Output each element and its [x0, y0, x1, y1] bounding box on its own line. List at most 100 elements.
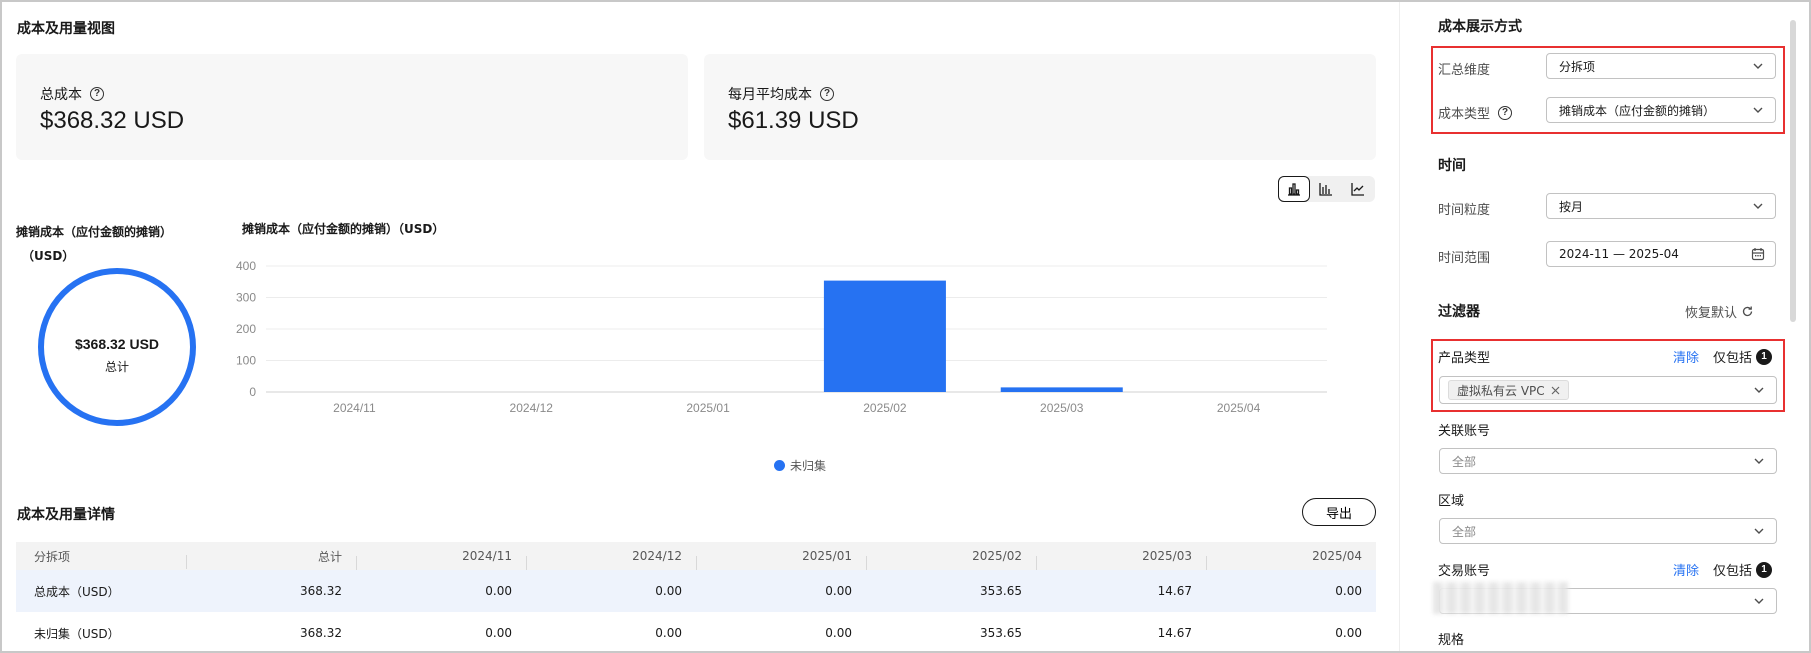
x-tick-label: 2025/03	[1040, 401, 1084, 415]
chevron-down-icon	[1754, 598, 1764, 604]
bar-chart-icon[interactable]	[1278, 176, 1310, 202]
x-tick-label: 2024/11	[333, 401, 376, 415]
time-range-label: 时间范围	[1438, 251, 1491, 266]
chevron-down-icon	[1754, 528, 1764, 534]
table-header-cell: 2025/04	[1206, 549, 1376, 570]
bar-chart: 0 100 200 300 400 2024/11 2024/12 2025/01 2025/0…	[236, 259, 1327, 415]
trade-account-label: 交易账号	[1438, 564, 1491, 579]
region-select[interactable]: 全部	[1439, 518, 1777, 544]
line-chart-icon[interactable]	[1342, 176, 1374, 202]
time-range-value: 2024-11 — 2025-04	[1559, 247, 1679, 261]
chart-type-switch	[1278, 176, 1375, 202]
table-cell: 总成本（USD）	[34, 584, 120, 599]
x-tick-label: 2024/12	[510, 401, 554, 415]
table-cell: 未归集（USD）	[34, 626, 120, 641]
table-cell: 368.32	[300, 584, 342, 598]
details-table: 分拆项 总计 2024/11 2024/12 2025/01 2025/02 2…	[16, 542, 1376, 651]
monthly-avg-label: 每月平均成本	[728, 87, 812, 103]
x-tick-label: 2025/01	[686, 401, 730, 415]
y-tick-label: 200	[236, 322, 256, 336]
help-icon[interactable]: ?	[90, 87, 104, 101]
donut-value: $368.32 USD	[74, 336, 160, 352]
display-mode-title: 成本展示方式	[1438, 19, 1522, 35]
bar	[823, 280, 946, 392]
granularity-label: 时间粒度	[1438, 203, 1491, 218]
main-area: 成本及用量视图 总成本 ? $368.32 USD 每月平均成本 ? $61.3…	[2, 2, 1399, 651]
x-tick-label: 2025/04	[1217, 401, 1261, 415]
donut-sub: 总计	[104, 360, 129, 374]
time-range-picker[interactable]: 2024-11 — 2025-04	[1546, 241, 1776, 267]
include-only-toggle[interactable]: 仅包括 1	[1713, 560, 1773, 579]
chart-legend[interactable]: 未归集	[774, 457, 826, 474]
table-cell: 368.32	[300, 626, 342, 640]
reset-default-label: 恢复默认	[1685, 306, 1738, 321]
y-tick-label: 0	[249, 385, 256, 399]
table-cell: 0.00	[1335, 584, 1362, 598]
region-value: 全部	[1452, 524, 1477, 539]
redacted-account	[1433, 582, 1568, 614]
table-row[interactable]: 未归集（USD） 368.32 0.00 0.00 0.00 353.65 14…	[16, 612, 1376, 651]
monthly-avg-card: 每月平均成本 ? $61.39 USD	[704, 54, 1376, 160]
details-title: 成本及用量详情	[17, 507, 115, 523]
linked-account-select[interactable]: 全部	[1439, 448, 1777, 474]
panel-scrollbar[interactable]	[1790, 20, 1796, 322]
table-cell: 353.65	[980, 584, 1022, 598]
monthly-avg-label-row: 每月平均成本 ?	[728, 84, 834, 104]
total-cost-card: 总成本 ? $368.32 USD	[16, 54, 688, 160]
y-tick-label: 100	[236, 354, 256, 368]
refresh-icon	[1742, 306, 1753, 317]
table-header-cell: 2025/02	[866, 549, 1036, 570]
legend-label: 未归集	[790, 459, 827, 473]
time-title: 时间	[1438, 158, 1466, 174]
spec-label: 规格	[1438, 633, 1465, 648]
donut-title-line1: 摊销成本（应付金额的摊销）	[16, 225, 173, 239]
bar-chart-title: 摊销成本（应付金额的摊销）（USD）	[242, 222, 445, 236]
table-row[interactable]: 总成本（USD） 368.32 0.00 0.00 0.00 353.65 14…	[16, 570, 1376, 612]
reset-default-button[interactable]: 恢复默认	[1685, 302, 1754, 321]
table-header-cell: 2024/12	[526, 549, 696, 570]
include-count-badge: 1	[1756, 561, 1773, 578]
help-icon[interactable]: ?	[820, 87, 834, 101]
clear-trade-account-link[interactable]: 清除	[1673, 560, 1699, 579]
highlight-box	[1431, 339, 1785, 412]
table-header-cell: 总计	[186, 548, 356, 569]
section-title: 成本及用量视图	[17, 21, 115, 37]
donut-title: 摊销成本（应付金额的摊销） （USD）	[16, 220, 216, 268]
total-cost-value: $368.32 USD	[40, 107, 185, 134]
table-header-row: 分拆项 总计 2024/11 2024/12 2025/01 2025/02 2…	[16, 542, 1376, 570]
table-cell: 14.67	[1157, 626, 1192, 640]
monthly-avg-value: $61.39 USD	[728, 107, 859, 134]
table-header-cell: 分拆项	[34, 549, 71, 564]
granularity-value: 按月	[1559, 199, 1584, 214]
chevron-down-icon	[1753, 203, 1763, 209]
total-cost-label-row: 总成本 ?	[40, 84, 104, 104]
filter-title: 过滤器	[1438, 304, 1480, 320]
linked-account-value: 全部	[1452, 454, 1477, 469]
table-cell: 14.67	[1157, 584, 1192, 598]
table-header-cell: 2025/03	[1036, 549, 1206, 570]
y-tick-label: 300	[236, 291, 256, 305]
stacked-bar-icon[interactable]	[1310, 176, 1342, 202]
export-button[interactable]: 导出	[1302, 498, 1376, 526]
total-cost-label: 总成本	[40, 87, 82, 103]
table-cell: 0.00	[655, 626, 682, 640]
x-tick-label: 2025/02	[863, 401, 907, 415]
region-label: 区域	[1438, 494, 1465, 509]
y-tick-label: 400	[236, 259, 256, 273]
granularity-select[interactable]: 按月	[1546, 193, 1776, 219]
highlight-box	[1431, 46, 1785, 134]
table-header-cell: 2024/11	[356, 549, 526, 570]
table-cell: 0.00	[485, 626, 512, 640]
table-cell: 0.00	[655, 584, 682, 598]
donut-ring: $368.32 USD 总计	[38, 268, 196, 426]
table-cell: 353.65	[980, 626, 1022, 640]
table-header-cell: 2025/01	[696, 549, 866, 570]
table-cell: 0.00	[485, 584, 512, 598]
table-cell: 0.00	[1335, 626, 1362, 640]
chevron-down-icon	[1754, 458, 1764, 464]
settings-panel: 成本展示方式 汇总维度 分拆项 成本类型 ? 摊销成本（应付金额的摊销） 时间 …	[1400, 2, 1809, 651]
calendar-icon	[1751, 248, 1765, 261]
table-cell: 0.00	[825, 584, 852, 598]
bar	[1000, 387, 1123, 392]
linked-account-label: 关联账号	[1438, 424, 1491, 439]
